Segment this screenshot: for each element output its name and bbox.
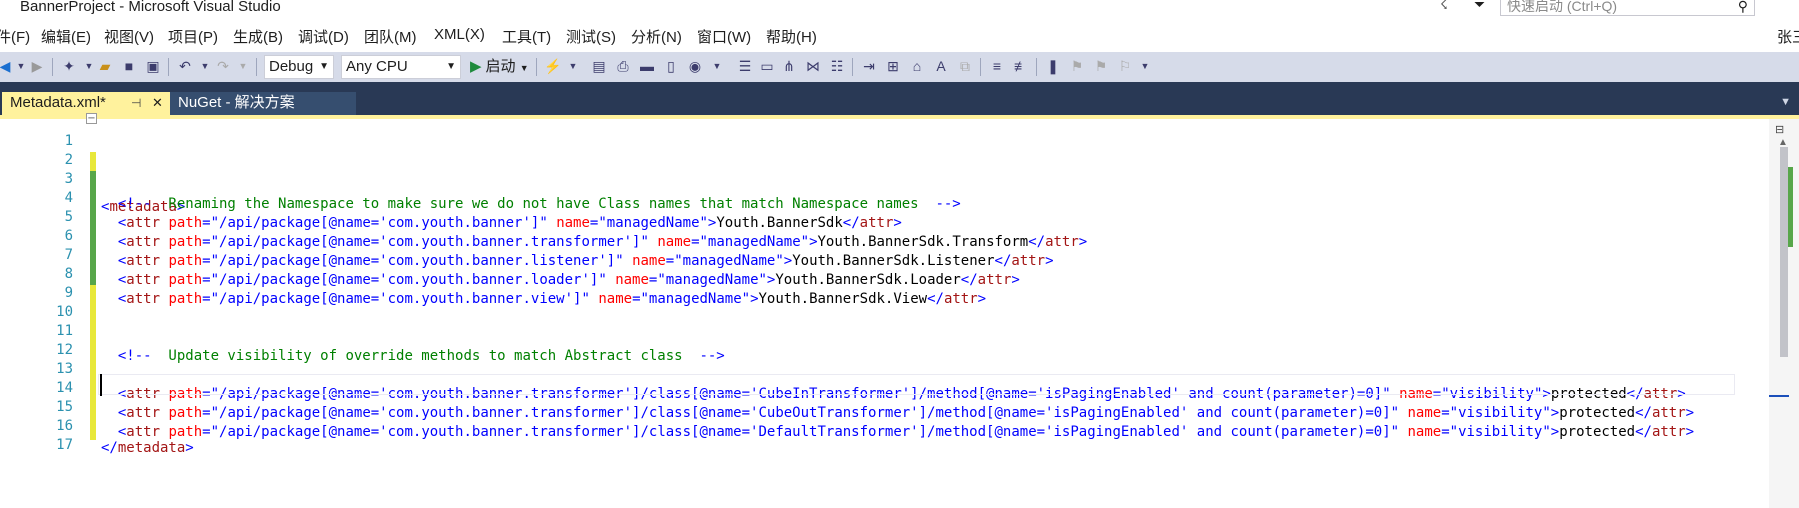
menu-tools[interactable]: 工具(T) (502, 26, 551, 47)
split-icon[interactable]: ⊟ (1775, 123, 1791, 136)
start-dropdown-icon[interactable]: ▼ (520, 63, 529, 73)
tab-list-dropdown-icon[interactable]: ▼ (1780, 96, 1791, 108)
chevron-down-icon: ▼ (446, 61, 456, 72)
terminal-icon[interactable]: ▬ (638, 57, 656, 75)
menu-view[interactable]: 视图(V) (104, 26, 154, 47)
new-project-icon[interactable]: ✦ (60, 57, 78, 75)
undo-icon[interactable]: ↶ (176, 57, 194, 75)
attribute-icon[interactable]: ⊞ (884, 57, 902, 75)
save-all-icon[interactable]: ▣ (144, 57, 162, 75)
clear-bookmarks-icon[interactable]: ⚐ (1116, 57, 1134, 75)
menu-analyze[interactable]: 分析(N) (631, 26, 682, 47)
uncomment-icon[interactable]: ≢ (1012, 57, 1030, 75)
save-icon[interactable]: ■ (120, 57, 138, 75)
menu-bar: 件(F) 编辑(E) 视图(V) 项目(P) 生成(B) 调试(D) 团队(M)… (0, 18, 1799, 52)
standard-toolbar: ◀ ▼ ▶ ✦ ▼ ▰ ■ ▣ ↶ ▼ ↷ ▼ Debug ▼ Any CPU … (0, 52, 1799, 82)
font-size-icon[interactable]: A (932, 57, 950, 75)
more-tools-dropdown-icon[interactable]: ▼ (564, 57, 582, 75)
quick-launch-placeholder: 快速启动 (Ctrl+Q) (1507, 0, 1618, 14)
feedback-icon[interactable]: ☇ (1440, 0, 1448, 13)
hierarchy-icon[interactable]: ⋈ (804, 57, 822, 75)
current-line-highlight (98, 374, 1735, 395)
print-icon[interactable]: ⎙ (614, 57, 632, 75)
next-bookmark-icon[interactable]: ⚑ (1092, 57, 1110, 75)
outline-icon[interactable]: ☷ (828, 57, 846, 75)
start-debugging-button[interactable]: ▶ 启动 ▼ (470, 55, 529, 80)
menu-debug[interactable]: 调试(D) (298, 26, 349, 47)
tree-icon[interactable]: ⋔ (780, 57, 798, 75)
solution-configuration-value: Debug (269, 58, 314, 75)
title-bar: BannerProject - Microsoft Visual Studio … (0, 0, 1799, 18)
code-editor[interactable]: 1 − <metadata> 2 <!-- Renaming the Names… (0, 113, 1799, 508)
quick-launch-input[interactable]: 快速启动 (Ctrl+Q) ⚲ (1500, 0, 1755, 16)
menu-file[interactable]: 件(F) (0, 26, 30, 47)
disc-icon[interactable]: ◉ (686, 57, 704, 75)
menu-build[interactable]: 生成(B) (233, 26, 283, 47)
vertical-scrollbar[interactable]: ⊟ ▲ (1769, 119, 1799, 508)
start-label: 启动 (485, 58, 516, 75)
forward-icon[interactable]: ▶ (28, 57, 46, 75)
caret-marker (1769, 395, 1789, 397)
toolbar-options-icon[interactable]: ▼ (1136, 57, 1154, 75)
previous-bookmark-icon[interactable]: ⚑ (1068, 57, 1086, 75)
menu-test[interactable]: 测试(S) (566, 26, 616, 47)
comment-icon[interactable]: ≡ (988, 57, 1006, 75)
menu-edit[interactable]: 编辑(E) (41, 26, 91, 47)
scrollbar-thumb[interactable] (1780, 147, 1788, 357)
menu-team[interactable]: 团队(M) (364, 26, 417, 47)
change-marker (1788, 167, 1793, 247)
redo-dropdown-icon[interactable]: ▼ (234, 57, 252, 75)
browser-link-icon[interactable]: ⚡ (544, 57, 562, 75)
format-icon[interactable]: ⌂ (908, 57, 926, 75)
redo-icon[interactable]: ↷ (214, 57, 232, 75)
user-name[interactable]: 张三 (1777, 26, 1799, 47)
line-number: 17 (56, 437, 73, 453)
indent-icon[interactable]: ⇥ (860, 57, 878, 75)
collapse-icon[interactable]: − (86, 113, 97, 124)
search-icon[interactable]: ⚲ (1738, 0, 1748, 15)
menu-help[interactable]: 帮助(H) (766, 26, 817, 47)
page-icon[interactable]: ▯ (662, 57, 680, 75)
play-icon: ▶ (470, 58, 482, 75)
menu-window[interactable]: 窗口(W) (697, 26, 751, 47)
undo-dropdown-icon[interactable]: ▼ (196, 57, 214, 75)
document-icon[interactable]: ▭ (758, 57, 776, 75)
chevron-down-icon: ▼ (319, 61, 329, 72)
filter-icon[interactable]: ⏷ (1474, 0, 1485, 13)
code-line: 17 (0, 412, 1770, 453)
list-icon[interactable]: ☰ (736, 57, 754, 75)
solution-configuration-select[interactable]: Debug ▼ (264, 55, 334, 79)
dropdown-icon[interactable]: ▼ (708, 57, 726, 75)
window-title: BannerProject - Microsoft Visual Studio (20, 0, 281, 15)
copy-icon[interactable]: ⧉ (956, 57, 974, 75)
document-outline-icon[interactable]: ▤ (590, 57, 608, 75)
menu-xml[interactable]: XML(X) (434, 26, 485, 43)
open-file-icon[interactable]: ▰ (96, 57, 114, 75)
solution-platform-value: Any CPU (346, 58, 408, 75)
menu-project[interactable]: 项目(P) (168, 26, 218, 47)
bookmark-icon[interactable]: ❚ (1044, 57, 1062, 75)
solution-platform-select[interactable]: Any CPU ▼ (341, 55, 461, 79)
